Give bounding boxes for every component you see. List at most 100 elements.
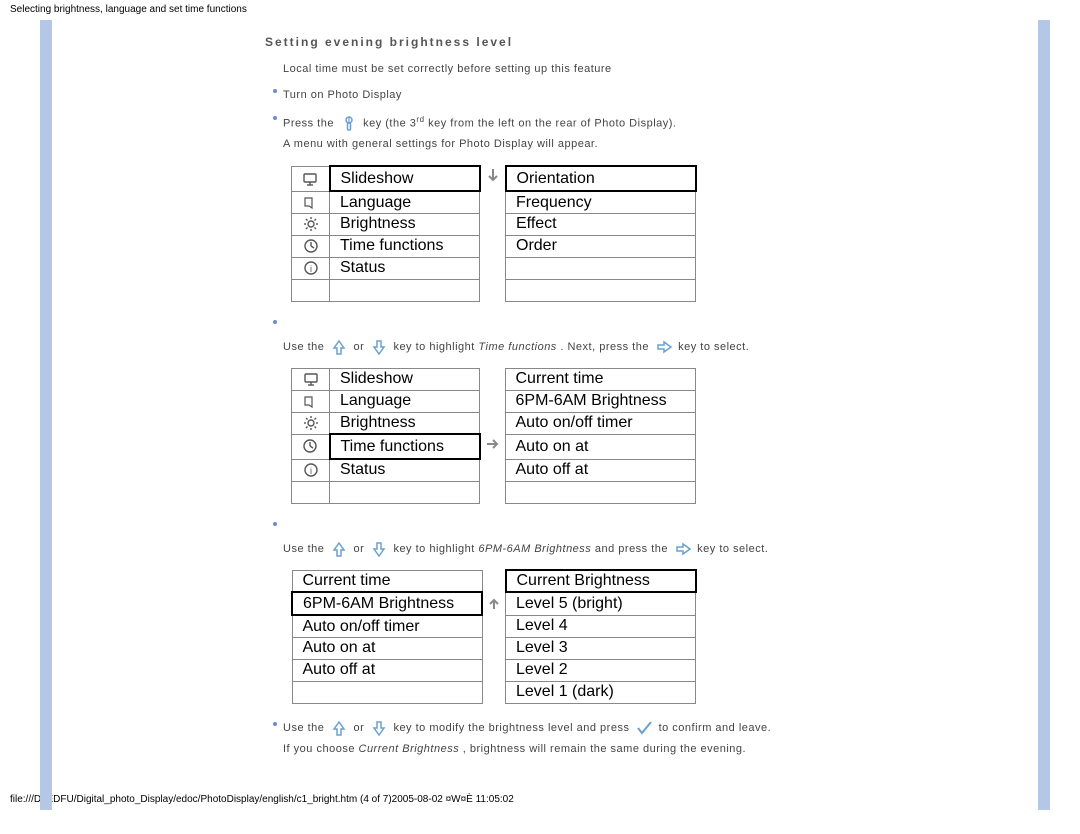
menu-item: Status bbox=[330, 459, 480, 481]
arrow-between bbox=[482, 592, 506, 615]
text-part: key (the 3 bbox=[363, 118, 416, 130]
slideshow-icon bbox=[303, 371, 319, 387]
text-part: key to select. bbox=[678, 341, 749, 353]
language-icon bbox=[303, 393, 319, 409]
down-arrow-icon bbox=[370, 719, 388, 737]
menu-item: Frequency bbox=[506, 191, 696, 213]
menu-item: Order bbox=[506, 235, 696, 257]
arrow-between bbox=[480, 166, 506, 191]
text-part: If you choose bbox=[283, 743, 359, 755]
text-part: Press the bbox=[283, 118, 338, 130]
text-part: key to select. bbox=[697, 543, 768, 555]
menu-item: Level 4 bbox=[506, 615, 696, 637]
time-icon bbox=[303, 238, 319, 254]
svg-text:i: i bbox=[310, 466, 312, 476]
decorative-left-bar bbox=[40, 20, 52, 810]
text-part: or bbox=[354, 722, 368, 734]
text-part: key to highlight bbox=[393, 543, 478, 555]
bullet-icon bbox=[273, 522, 277, 526]
up-arrow-icon bbox=[330, 338, 348, 356]
menu-item: Current time bbox=[292, 570, 482, 592]
text-part: Use the bbox=[283, 543, 328, 555]
menu-item: Auto on/off timer bbox=[505, 412, 695, 434]
menu-item: Auto on at bbox=[505, 434, 695, 459]
menu-item: Language bbox=[330, 390, 480, 412]
arrow-between bbox=[480, 434, 506, 459]
intro-text: Local time must be set correctly before … bbox=[283, 63, 1055, 75]
text-part: key to highlight bbox=[393, 341, 478, 353]
page-header-small: Selecting brightness, language and set t… bbox=[0, 0, 1080, 19]
text-part: Use the bbox=[283, 722, 328, 734]
menu-item: Auto on at bbox=[292, 637, 482, 659]
step-press-key: Press the key (the 3rd key from the left… bbox=[283, 112, 1055, 155]
menu-item: Language bbox=[330, 191, 480, 213]
menu-item: Auto off at bbox=[505, 459, 695, 481]
language-icon bbox=[303, 194, 319, 210]
text-part: or bbox=[354, 543, 368, 555]
menu-item: Brightness bbox=[330, 412, 480, 434]
text-part: or bbox=[354, 341, 368, 353]
text-part: A menu with general settings for Photo D… bbox=[283, 138, 598, 150]
menu-item: Time functions bbox=[330, 235, 480, 257]
down-arrow-icon bbox=[370, 338, 388, 356]
text-part: key to modify the brightness level and p… bbox=[393, 722, 633, 734]
menu-item: Current time bbox=[505, 368, 695, 390]
menu-item: Auto on/off timer bbox=[292, 615, 482, 637]
main-content: Setting evening brightness level Local t… bbox=[265, 19, 1055, 786]
italic-text: Time functions bbox=[478, 341, 556, 353]
section-heading: Setting evening brightness level bbox=[265, 35, 1055, 49]
italic-text: Current Brightness bbox=[359, 743, 460, 755]
menu-item: Auto off at bbox=[292, 659, 482, 681]
page-footer-path: file:///D|/EDFU/Digital_photo_Display/ed… bbox=[0, 792, 1080, 807]
menu-table-1: Slideshow Orientation Language Frequency… bbox=[291, 165, 1055, 302]
text-part: Use the bbox=[283, 341, 328, 353]
text-part: . Next, press the bbox=[560, 341, 652, 353]
menu-item: Status bbox=[330, 257, 480, 279]
bullet-icon bbox=[273, 320, 277, 324]
text-part: and press the bbox=[595, 543, 668, 555]
menu-item: Brightness bbox=[330, 213, 480, 235]
menu-item: 6PM-6AM Brightness bbox=[505, 390, 695, 412]
menu-item-selected: 6PM-6AM Brightness bbox=[292, 592, 482, 615]
menu-item: Orientation bbox=[506, 166, 696, 191]
bullet-icon bbox=[273, 116, 277, 120]
menu-item: Level 1 (dark) bbox=[506, 681, 696, 703]
text-part: to confirm and leave. bbox=[659, 722, 772, 734]
slideshow-icon bbox=[302, 171, 318, 187]
menu-item: Level 3 bbox=[506, 637, 696, 659]
brightness-icon bbox=[303, 216, 319, 232]
step-turn-on: Turn on Photo Display bbox=[283, 85, 1055, 106]
bullet-icon bbox=[273, 722, 277, 726]
italic-text: 6PM-6AM Brightness bbox=[478, 543, 591, 555]
menu-item-selected: Time functions bbox=[330, 434, 480, 459]
menu-table-2: Slideshow Current time Language 6PM-6AM … bbox=[291, 368, 1055, 504]
step-highlight-brightness: Use the or key to highlight 6PM-6AM Brig… bbox=[283, 518, 1055, 560]
settings-key-icon bbox=[340, 115, 358, 133]
right-arrow-icon bbox=[674, 540, 692, 558]
time-icon bbox=[302, 438, 318, 454]
menu-item: Level 2 bbox=[506, 659, 696, 681]
brightness-icon bbox=[303, 415, 319, 431]
text-part: key from the left on the rear of Photo D… bbox=[425, 118, 677, 130]
bullet-icon bbox=[273, 89, 277, 93]
step-modify-brightness: Use the or key to modify the brightness … bbox=[283, 718, 1055, 760]
step-text: Turn on Photo Display bbox=[283, 89, 402, 101]
text-part: , brightness will remain the same during… bbox=[463, 743, 746, 755]
down-arrow-icon bbox=[370, 540, 388, 558]
right-arrow-icon bbox=[655, 338, 673, 356]
menu-table-3: Current time Current Brightness 6PM-6AM … bbox=[291, 569, 1055, 704]
menu-item: Slideshow bbox=[330, 166, 480, 191]
superscript: rd bbox=[416, 115, 424, 124]
up-arrow-icon bbox=[330, 540, 348, 558]
status-icon: i bbox=[303, 260, 319, 276]
status-icon: i bbox=[303, 462, 319, 478]
menu-item: Effect bbox=[506, 213, 696, 235]
check-icon bbox=[635, 719, 653, 737]
svg-text:i: i bbox=[310, 264, 312, 274]
menu-item-selected: Current Brightness bbox=[506, 570, 696, 592]
menu-item: Slideshow bbox=[330, 368, 480, 390]
step-highlight-time: Use the or key to highlight Time functio… bbox=[283, 316, 1055, 358]
menu-item: Level 5 (bright) bbox=[506, 592, 696, 615]
menu-item bbox=[292, 681, 482, 703]
up-arrow-icon bbox=[330, 719, 348, 737]
